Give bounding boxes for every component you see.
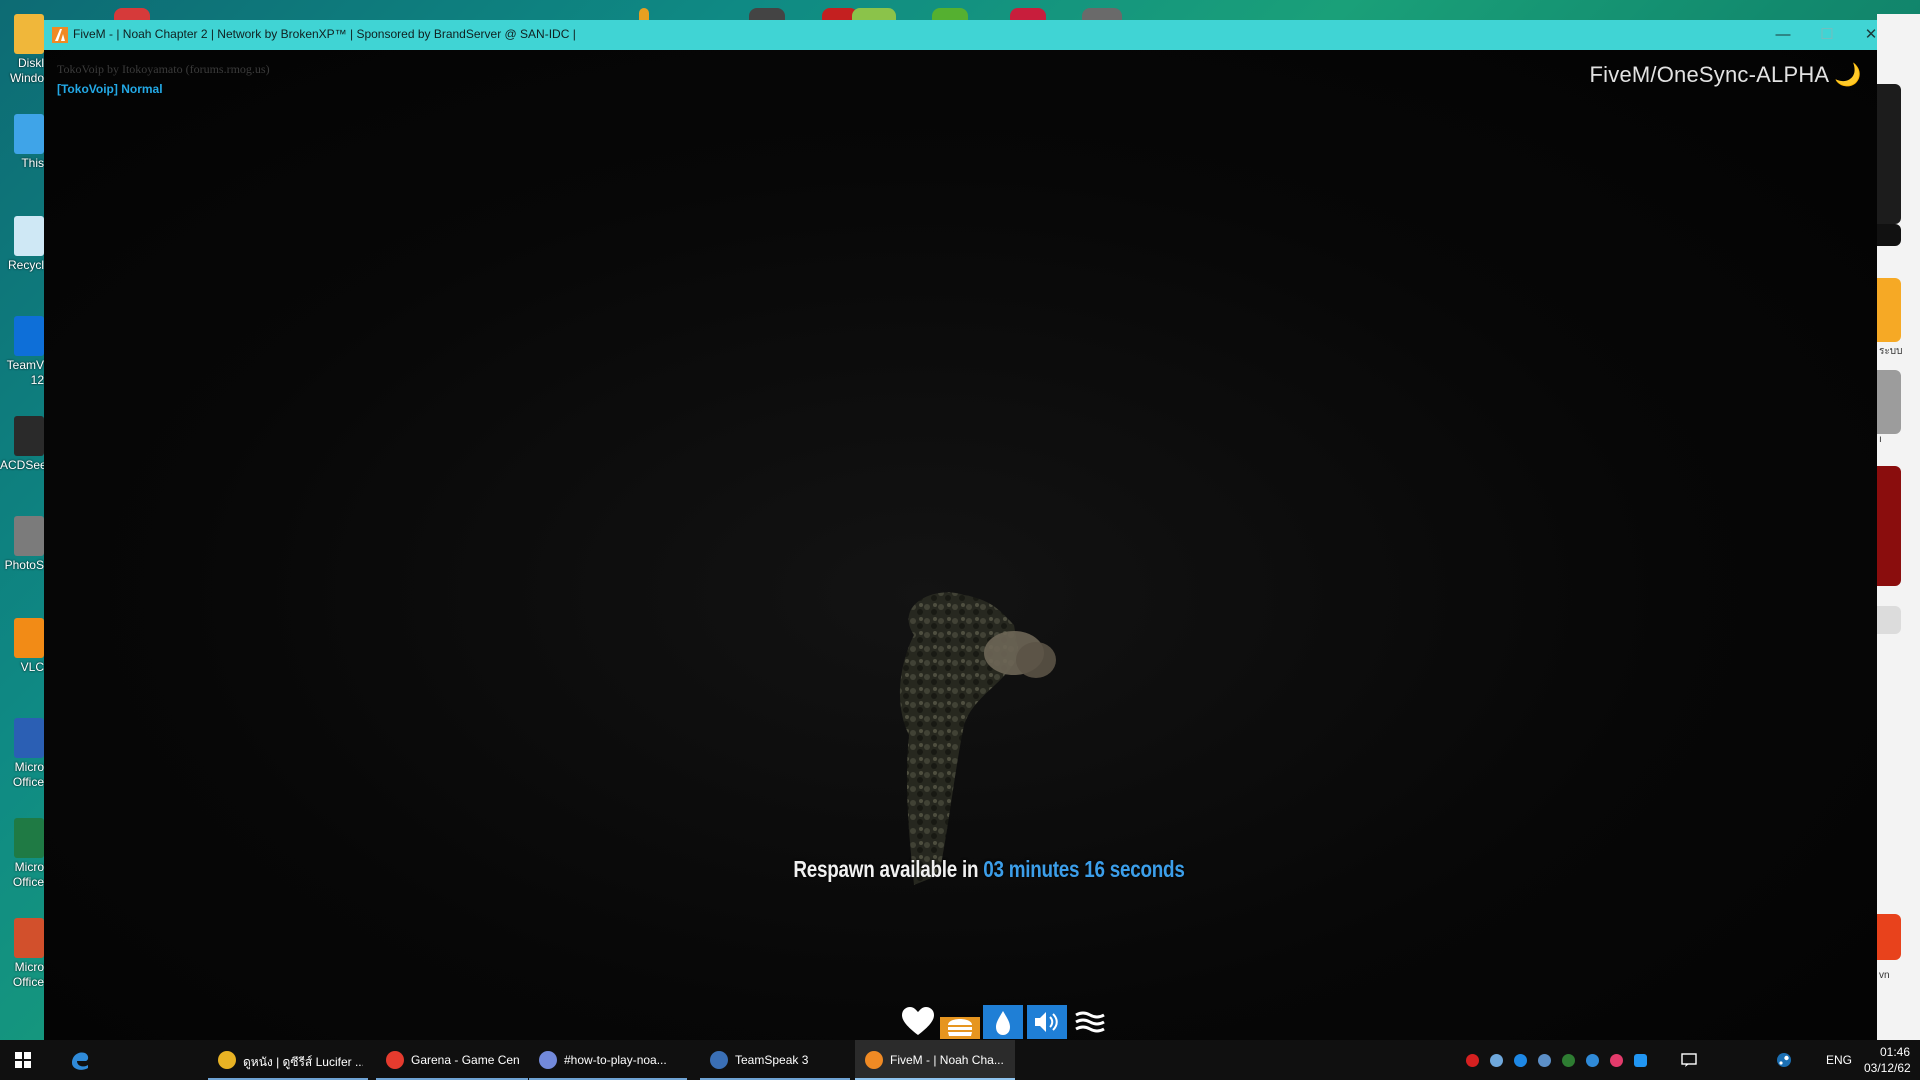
- acdsee-icon: [14, 416, 44, 456]
- game-viewport[interactable]: TokoVoip by Itokoyamato (forums.rmog.us)…: [44, 50, 1877, 1040]
- discord-icon: [539, 1051, 557, 1069]
- desktop-icon-recycle-bin[interactable]: Recycl: [0, 210, 44, 296]
- taskbar: ดูหนัง | ดูซีรีส์ Lucifer ... Garena - Ga…: [0, 1040, 1920, 1080]
- side-widget-button[interactable]: [1877, 370, 1901, 434]
- vlc-icon: [14, 618, 44, 658]
- recycle-bin-icon: [14, 216, 44, 256]
- teamspeak-icon: [710, 1051, 728, 1069]
- desktop-icons: Diskl Windo This Recycl TeamV 12 ACDSee Photo…: [0, 0, 44, 1040]
- tray-app-icon[interactable]: [1490, 1054, 1503, 1067]
- desktop-icon-excel[interactable]: Micro Office: [0, 812, 44, 898]
- garena-icon: [386, 1051, 404, 1069]
- headset-icon[interactable]: [1610, 1054, 1623, 1067]
- powerpoint-icon: [14, 918, 44, 958]
- desktop-icon-teamviewer[interactable]: TeamV 12: [0, 310, 44, 396]
- clock-time: 01:46: [1879, 1045, 1910, 1059]
- side-widget-label: ı: [1879, 434, 1882, 445]
- desktop-icon-label: Recycl: [7, 258, 44, 272]
- desktop-icon-word[interactable]: Micro Office: [0, 712, 44, 798]
- tray-garena-icon[interactable]: [1466, 1054, 1479, 1067]
- steam-icon[interactable]: [1776, 1052, 1792, 1068]
- fivem-app-icon: [52, 27, 68, 43]
- desktop-icon-label: Diskl Windo: [9, 56, 44, 85]
- voice-icon: [1027, 1005, 1067, 1039]
- system-clock[interactable]: 01:46 03/12/62: [1864, 1044, 1911, 1076]
- taskbar-item-label: ดูหนัง | ดูซีรีส์ Lucifer ...: [243, 1055, 363, 1069]
- edge-icon: [72, 1052, 89, 1070]
- taskbar-teamspeak[interactable]: TeamSpeak 3: [700, 1040, 850, 1080]
- maximize-button[interactable]: ☐: [1805, 20, 1849, 50]
- excel-icon: [14, 818, 44, 858]
- desktop-top-strip: [44, 0, 1684, 22]
- desktop-icon-powerpoint[interactable]: Micro Office: [0, 912, 44, 998]
- respawn-prefix: Respawn available in: [793, 856, 979, 882]
- desktop-icon-label: Micro Office: [12, 960, 44, 989]
- desktop-icon-vlc[interactable]: VLC: [0, 612, 44, 698]
- tray-edge-icon[interactable]: [1586, 1054, 1599, 1067]
- server-name: FiveM/OneSync-ALPHA 🌙: [1590, 62, 1862, 88]
- desktop-icon-diskkeeper[interactable]: Diskl Windo: [0, 8, 44, 94]
- side-widget-label: ระบบ: [1879, 346, 1903, 357]
- tray-teamviewer-icon[interactable]: [1634, 1054, 1647, 1067]
- desktop-icon-acdsee[interactable]: ACDSee: [0, 410, 44, 496]
- window-title: FiveM - | Noah Chapter 2 | Network by Br…: [73, 27, 576, 41]
- desktop-icon-label: This: [21, 156, 44, 170]
- start-button[interactable]: [0, 1040, 46, 1080]
- chrome-icon: [218, 1051, 236, 1069]
- this-pc-icon: [14, 114, 44, 154]
- taskbar-item-label: Garena - Game Cen: [411, 1053, 520, 1067]
- side-widget: ระบบ ı vn: [1877, 14, 1920, 1040]
- desktop-icon-label: Micro Office: [12, 760, 44, 789]
- photoscape-icon: [14, 516, 44, 556]
- word-icon: [14, 718, 44, 758]
- taskbar-item-label: #how-to-play-noa...: [564, 1053, 667, 1067]
- fivem-icon: [865, 1051, 883, 1069]
- clock-date: 03/12/62: [1864, 1061, 1911, 1075]
- window-titlebar[interactable]: FiveM - | Noah Chapter 2 | Network by Br…: [44, 20, 1877, 50]
- taskbar-item-label: TeamSpeak 3: [735, 1053, 809, 1067]
- windows-icon: [15, 1052, 31, 1068]
- thirst-icon: [983, 1005, 1023, 1039]
- stamina-icon: [1075, 1011, 1105, 1033]
- desktop-icon-label: TeamV 12: [6, 358, 44, 387]
- side-widget-label: vn: [1879, 970, 1890, 981]
- tray-teamspeak-icon[interactable]: [1538, 1054, 1551, 1067]
- respawn-timer: 03 minutes 16 seconds: [983, 856, 1185, 882]
- teamviewer-icon: [14, 316, 44, 356]
- taskbar-discord[interactable]: #how-to-play-noa...: [529, 1040, 687, 1080]
- side-widget-panel[interactable]: [1877, 84, 1901, 224]
- desktop-icon-photoscape[interactable]: PhotoS: [0, 510, 44, 596]
- side-widget-arrow-button[interactable]: [1877, 278, 1901, 342]
- taskbar-chrome[interactable]: ดูหนัง | ดูซีรีส์ Lucifer ...: [208, 1040, 368, 1080]
- desktop-icon-label: PhotoS: [4, 558, 44, 572]
- action-center-icon[interactable]: [1681, 1052, 1697, 1068]
- gear-icon[interactable]: [1877, 606, 1901, 634]
- side-widget-panel[interactable]: [1877, 224, 1901, 246]
- taskbar-item-label: FiveM - | Noah Cha...: [890, 1053, 1004, 1067]
- moon-icon: 🌙: [1834, 62, 1862, 87]
- desktop-icon-label: VLC: [20, 660, 44, 674]
- desktop-icon-label: Micro Office: [12, 860, 44, 889]
- taskbar-fivem[interactable]: FiveM - | Noah Cha...: [855, 1040, 1015, 1080]
- taskbar-edge[interactable]: [56, 1040, 104, 1080]
- voip-credit: TokoVoip by Itokoyamato (forums.rmog.us): [57, 62, 270, 76]
- respawn-message: Respawn available in 03 minutes 16 secon…: [214, 856, 1764, 883]
- health-icon: [902, 1007, 934, 1035]
- taskbar-garena[interactable]: Garena - Game Cen: [376, 1040, 528, 1080]
- input-language[interactable]: ENG: [1826, 1053, 1852, 1067]
- fivem-window: FiveM - | Noah Chapter 2 | Network by Br…: [44, 20, 1877, 1040]
- voip-status: [TokoVoip] Normal: [57, 82, 163, 96]
- desktop-icon-this-pc[interactable]: This: [0, 108, 44, 194]
- minimize-button[interactable]: —: [1761, 20, 1805, 50]
- diskkeeper-icon: [14, 14, 44, 54]
- side-widget-app-button[interactable]: [1877, 914, 1901, 960]
- tray-app-icon[interactable]: [1562, 1054, 1575, 1067]
- tray-app-icon[interactable]: [1514, 1054, 1527, 1067]
- side-widget-image: [1877, 466, 1901, 586]
- hunger-icon: [940, 1017, 980, 1039]
- desktop-icon-label: ACDSee: [0, 458, 44, 472]
- server-name-text: FiveM/OneSync-ALPHA: [1589, 62, 1829, 87]
- close-button[interactable]: ✕: [1849, 20, 1893, 50]
